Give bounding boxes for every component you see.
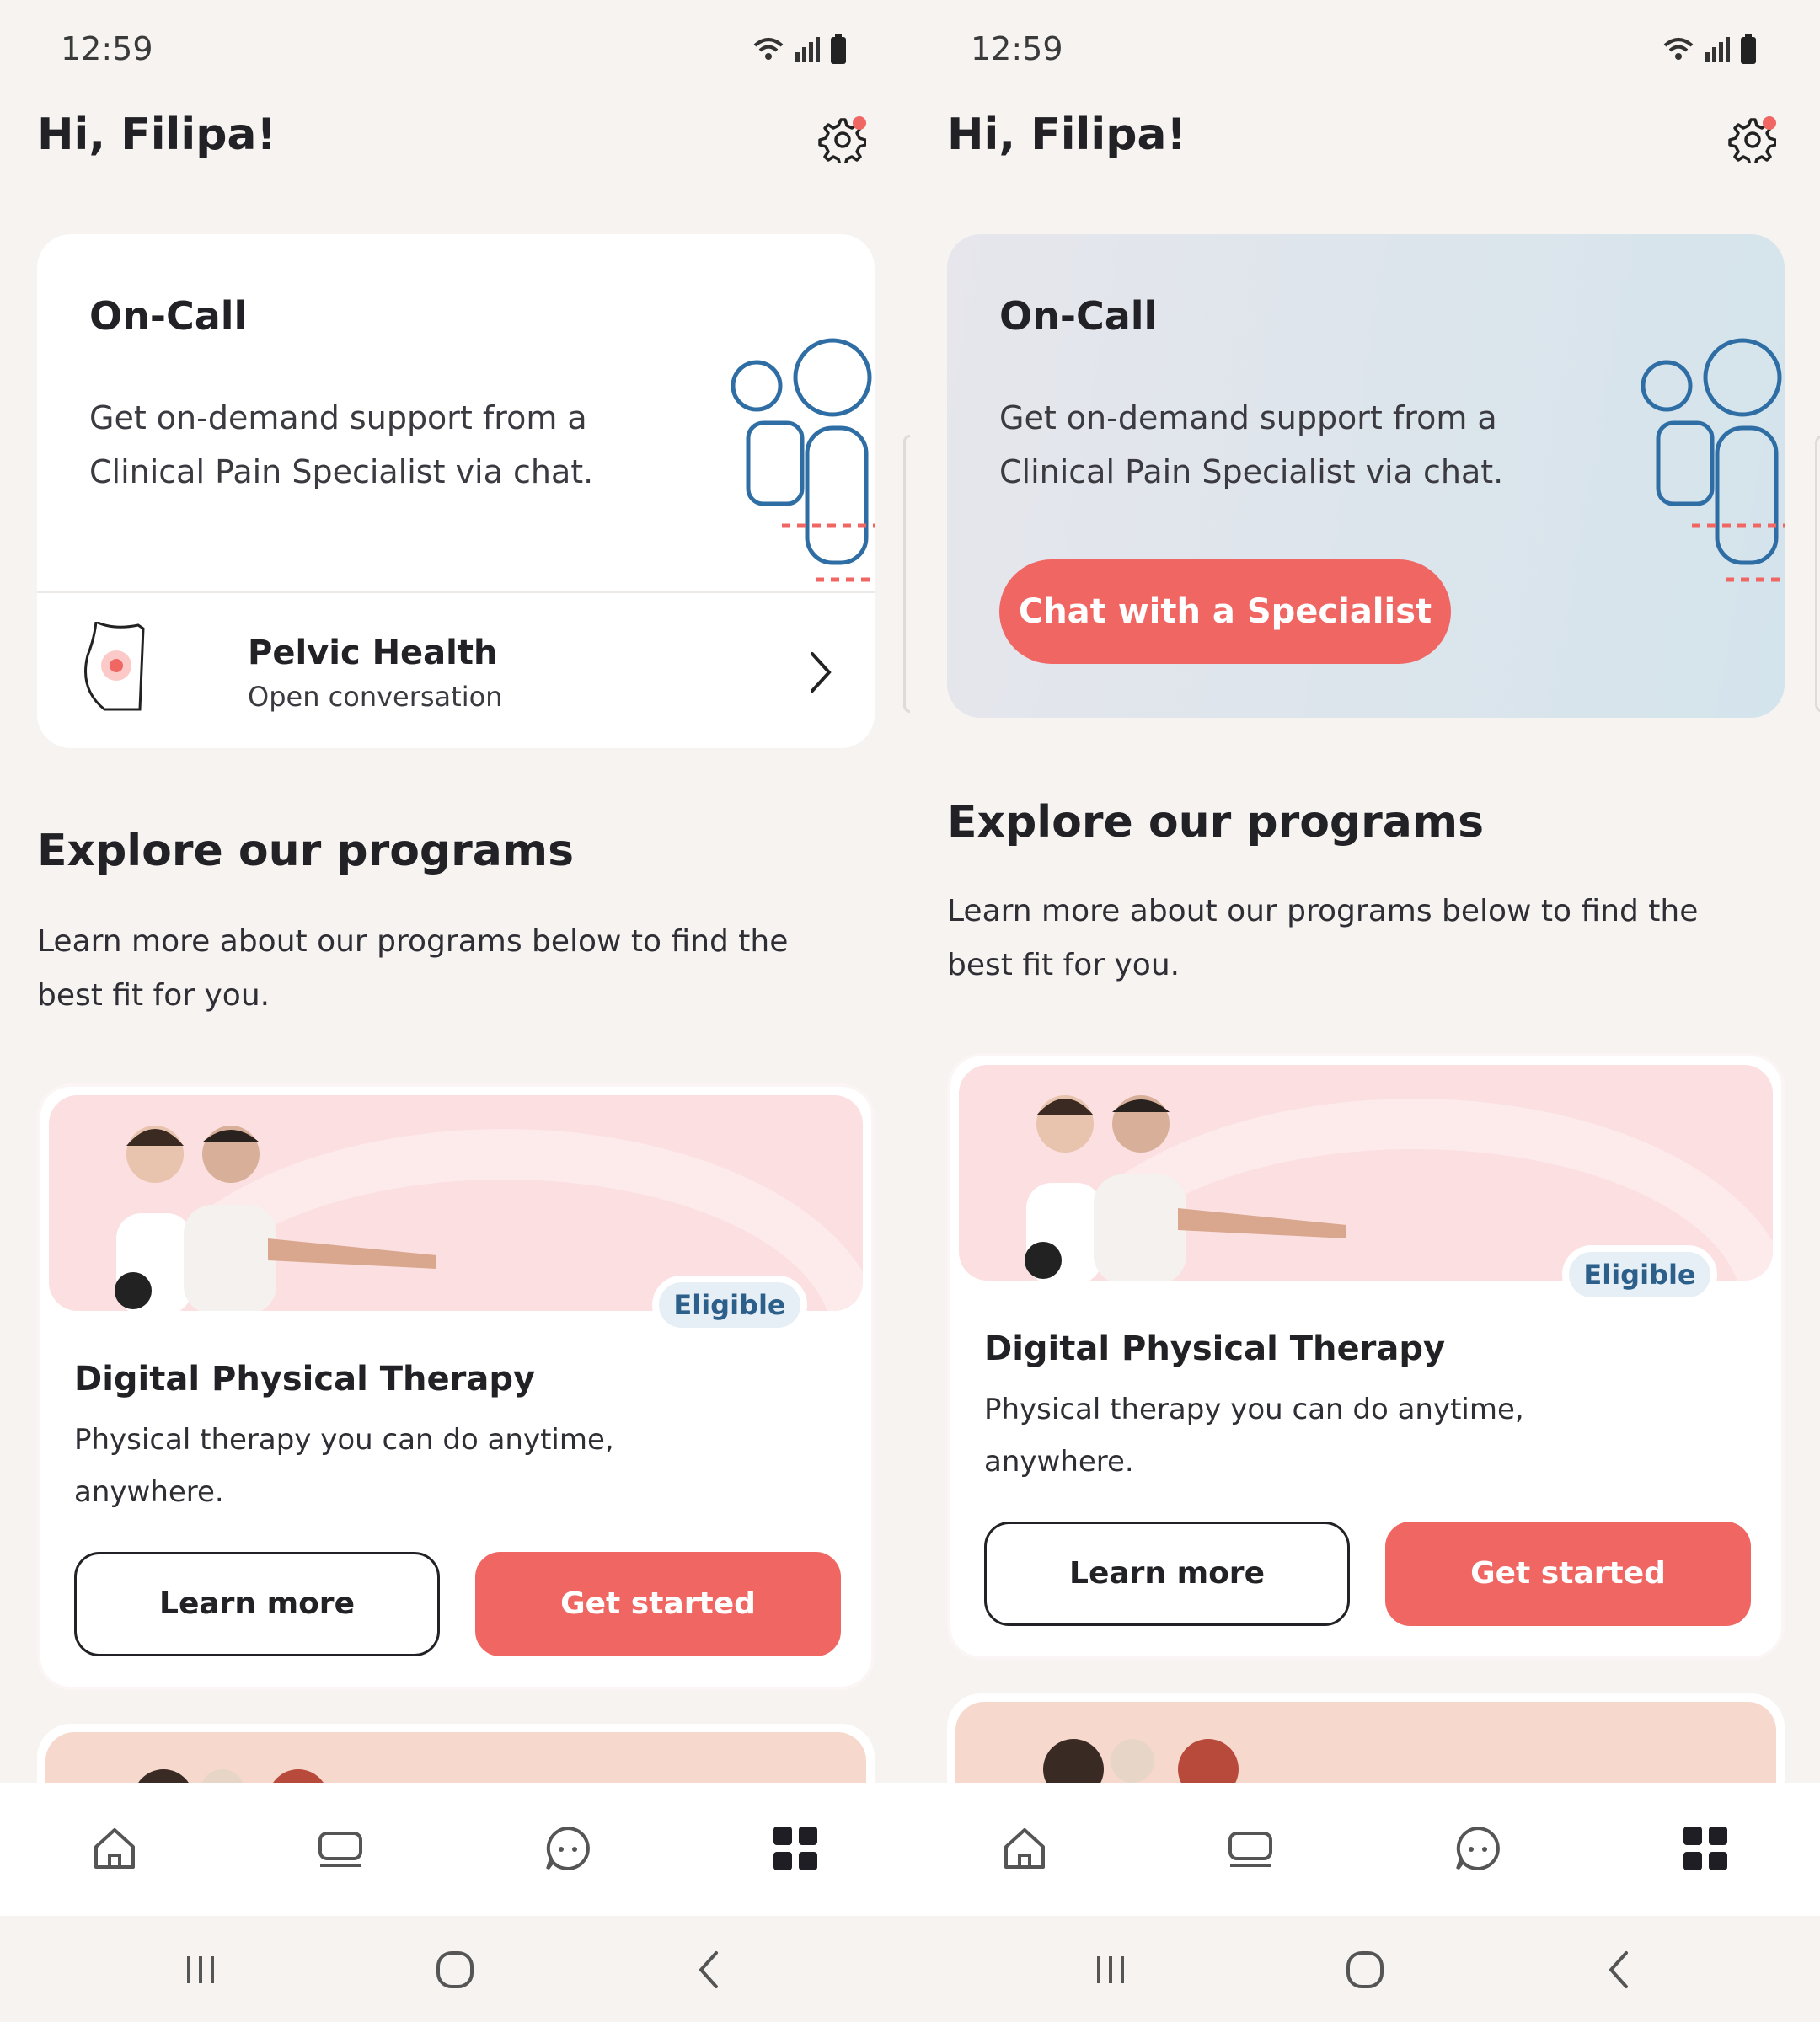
- open-conversation-label: Open conversation: [248, 681, 503, 713]
- nav-chat[interactable]: [1451, 1821, 1505, 1875]
- chat-bubbles-illustration-icon: [1641, 338, 1785, 582]
- nav-home[interactable]: [998, 1821, 1052, 1875]
- program-title: Digital Physical Therapy: [74, 1360, 536, 1399]
- home-system-button[interactable]: [430, 1944, 480, 1995]
- home-circle-icon: [1346, 1951, 1384, 1988]
- learn-more-button[interactable]: Learn more: [74, 1552, 440, 1656]
- chat-with-specialist-button[interactable]: Chat with a Specialist: [999, 559, 1451, 664]
- settings-button[interactable]: [1726, 113, 1777, 167]
- programs-icon: [1228, 1832, 1272, 1867]
- home-icon: [1004, 1828, 1045, 1869]
- recents-button[interactable]: [175, 1944, 226, 1995]
- status-time: 12:59: [61, 30, 153, 67]
- recents-icon: [1097, 1956, 1124, 1983]
- recents-icon: [187, 1956, 214, 1983]
- greeting-title: Hi, Filipa!: [947, 110, 1187, 160]
- back-icon: [1609, 1951, 1628, 1988]
- grid-icon: [774, 1827, 817, 1870]
- oncall-card: On-Call Get on-demand support from a Cli…: [37, 234, 875, 748]
- programs-icon: [318, 1832, 362, 1867]
- notification-dot: [1763, 116, 1776, 130]
- status-icons: [750, 32, 851, 66]
- program-description: Physical therapy you can do anytime, any…: [984, 1393, 1524, 1479]
- program-description: Physical therapy you can do anytime, any…: [74, 1423, 614, 1509]
- back-icon: [699, 1951, 718, 1988]
- nav-programs[interactable]: [1223, 1821, 1277, 1875]
- get-started-button[interactable]: Get started: [475, 1552, 841, 1656]
- nav-programs[interactable]: [313, 1821, 367, 1875]
- status-bar: 12:59: [910, 0, 1820, 101]
- nav-grid[interactable]: [1678, 1821, 1732, 1875]
- next-card-peek: [903, 435, 910, 713]
- pelvic-health-label: Pelvic Health: [248, 634, 498, 672]
- nav-chat[interactable]: [541, 1821, 595, 1875]
- next-card-peek: [1815, 435, 1820, 713]
- program-title: Digital Physical Therapy: [984, 1329, 1446, 1368]
- chevron-right-icon: [811, 652, 832, 693]
- oncall-description: Get on-demand support from a Clinical Pa…: [89, 399, 594, 490]
- chat-icon: [546, 1826, 590, 1870]
- back-button[interactable]: [684, 1944, 735, 1995]
- nav-home[interactable]: [88, 1821, 142, 1875]
- explore-description: Learn more about our programs below to f…: [37, 924, 789, 1013]
- eligible-badge: Eligible: [1562, 1245, 1717, 1304]
- notification-dot: [853, 116, 866, 130]
- therapist-patient-photo: [115, 1126, 436, 1311]
- wifi-signal-battery-icon: [753, 34, 846, 64]
- oncall-title: On-Call: [89, 293, 248, 339]
- wifi-signal-battery-icon: [1663, 34, 1756, 64]
- explore-description: Learn more about our programs below to f…: [947, 894, 1699, 982]
- program-card-dpt: Eligible Digital Physical Therapy Physic…: [947, 1053, 1785, 1660]
- oncall-description: Get on-demand support from a Clinical Pa…: [999, 399, 1504, 490]
- get-started-button[interactable]: Get started: [1385, 1522, 1751, 1626]
- status-bar: 12:59: [0, 0, 910, 101]
- learn-more-button[interactable]: Learn more: [984, 1522, 1350, 1626]
- home-circle-icon: [436, 1951, 474, 1988]
- card-divider: [37, 591, 875, 593]
- nav-grid[interactable]: [768, 1821, 822, 1875]
- chat-bubbles-illustration-icon: [731, 338, 875, 582]
- grid-icon: [1684, 1827, 1727, 1870]
- bottom-nav: [0, 1783, 910, 1916]
- screen-right: 12:59 Hi, Filipa! On-Call Get on-demand …: [910, 0, 1820, 2022]
- pelvis-body-icon: [84, 622, 145, 711]
- screen-left: 12:59 Hi, Filipa! On-Call Get on-demand …: [0, 0, 910, 2022]
- home-system-button[interactable]: [1340, 1944, 1390, 1995]
- oncall-title: On-Call: [999, 293, 1158, 339]
- settings-button[interactable]: [816, 113, 867, 167]
- recents-button[interactable]: [1085, 1944, 1136, 1995]
- oncall-card: On-Call Get on-demand support from a Cli…: [947, 234, 1785, 718]
- status-time: 12:59: [971, 30, 1063, 67]
- back-button[interactable]: [1594, 1944, 1645, 1995]
- therapist-patient-photo: [1025, 1095, 1346, 1281]
- status-icons: [1660, 32, 1761, 66]
- system-nav: [910, 1916, 1820, 2022]
- home-icon: [94, 1828, 135, 1869]
- bottom-nav: [910, 1783, 1820, 1916]
- pelvic-health-conversation[interactable]: Pelvic Health Open conversation: [79, 622, 838, 723]
- eligible-badge: Eligible: [652, 1276, 807, 1335]
- explore-title: Explore our programs: [947, 797, 1485, 848]
- program-card-dpt: Eligible Digital Physical Therapy Physic…: [37, 1083, 875, 1690]
- greeting-title: Hi, Filipa!: [37, 110, 277, 160]
- explore-title: Explore our programs: [37, 826, 575, 876]
- system-nav: [0, 1916, 910, 2022]
- chat-icon: [1456, 1826, 1500, 1870]
